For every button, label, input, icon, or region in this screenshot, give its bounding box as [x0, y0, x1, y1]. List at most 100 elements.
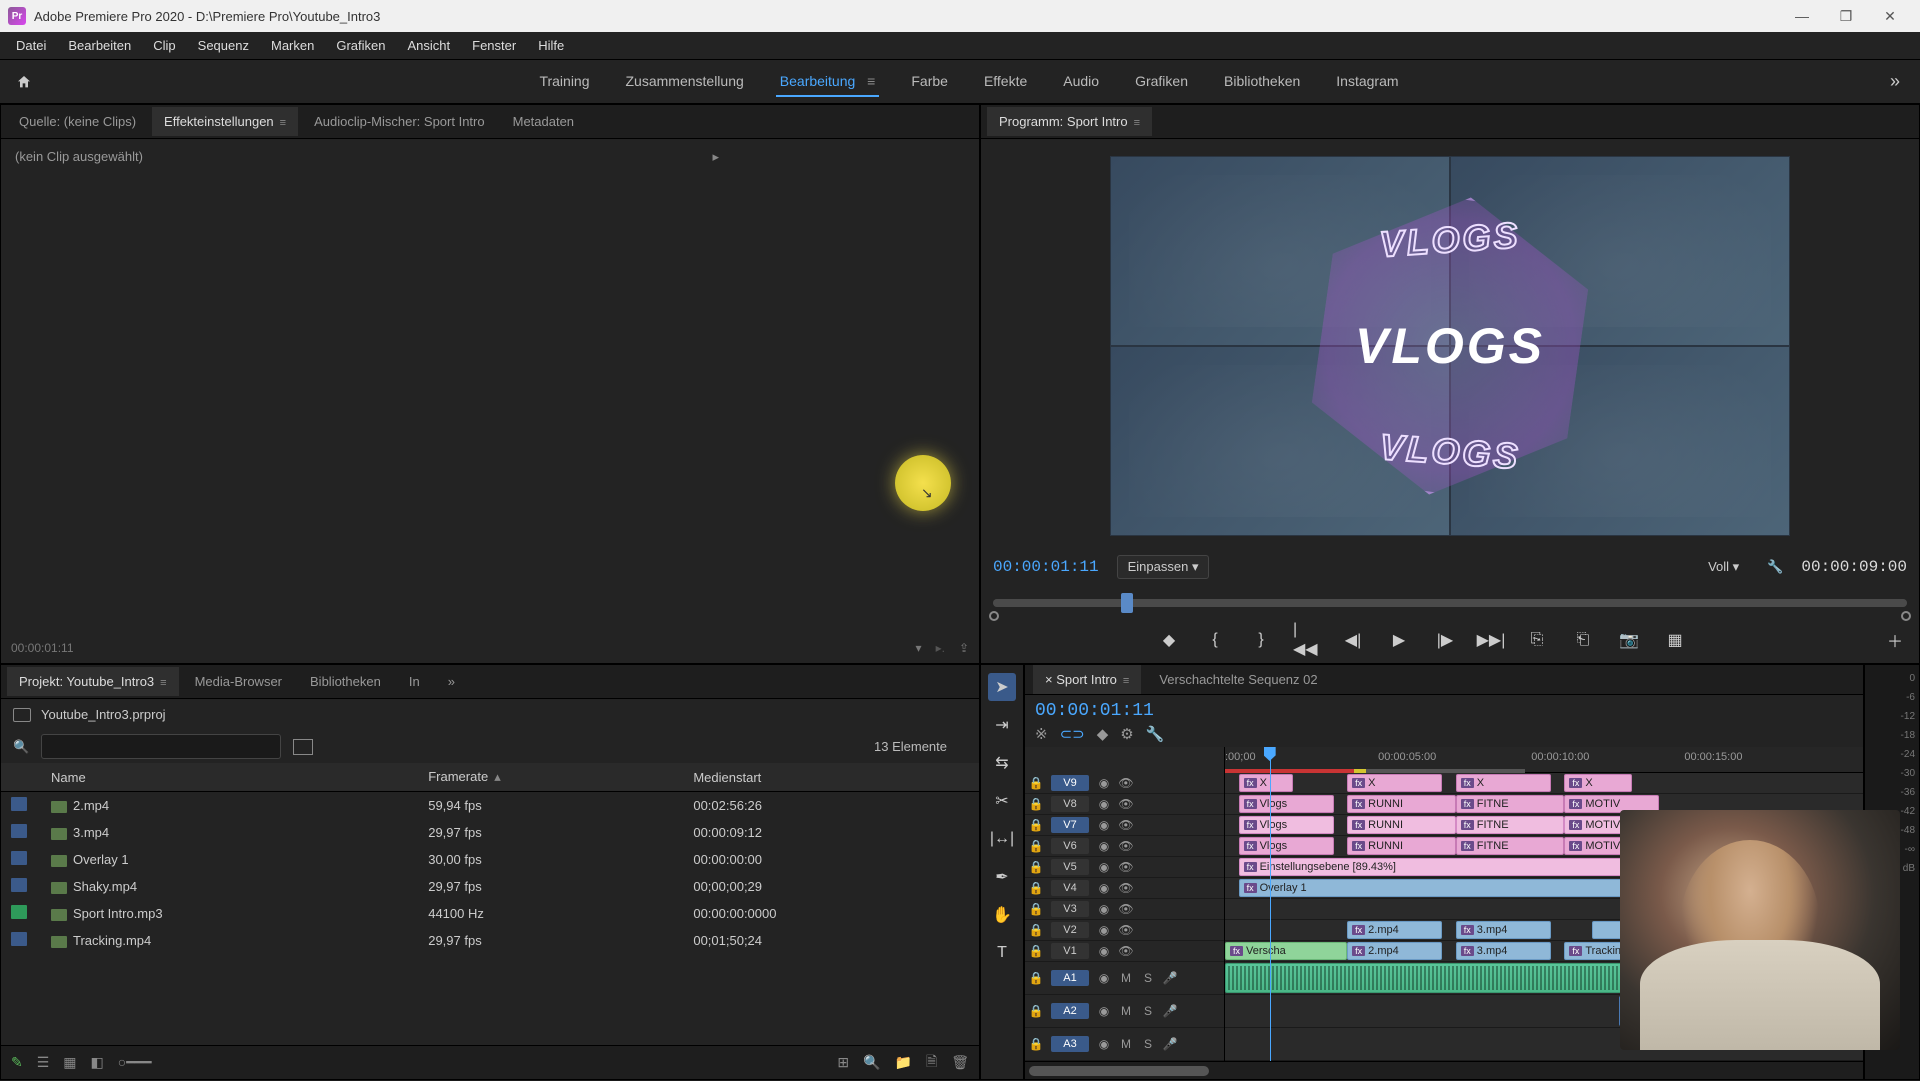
tab-program[interactable]: Programm: Sport Intro≡ — [987, 107, 1152, 136]
go-to-in-button[interactable]: |◀◀ — [1293, 626, 1321, 654]
track-header-v5[interactable]: 🔒V5◉👁 — [1025, 857, 1224, 878]
column-medienstart[interactable]: Medienstart — [683, 763, 979, 792]
table-row[interactable]: Shaky.mp429,97 fps00;00;00;29 — [1, 873, 979, 900]
clip[interactable]: fxFITNE — [1456, 795, 1565, 813]
step-forward-button[interactable]: |▶ — [1431, 626, 1459, 654]
filter-icon[interactable]: ▾ — [916, 641, 922, 655]
minimize-button[interactable]: — — [1780, 0, 1824, 32]
step-back-button[interactable]: ◀| — [1339, 626, 1367, 654]
type-tool[interactable]: T — [988, 939, 1016, 967]
clip[interactable]: fxRUNNI — [1347, 795, 1456, 813]
trash-icon[interactable]: 🗑 — [951, 1054, 969, 1071]
clip[interactable]: fxFITNE — [1456, 816, 1565, 834]
track-header-a1[interactable]: 🔒A1◉MS🎤 — [1025, 962, 1224, 995]
marker-icon[interactable]: ◆ — [1097, 725, 1109, 743]
workspace-overflow-icon[interactable]: » — [1880, 71, 1910, 92]
timeline-timecode[interactable]: 00:00:01:11 — [1035, 701, 1164, 721]
track-header-v2[interactable]: 🔒V2◉👁 — [1025, 920, 1224, 941]
clip[interactable]: fxRUNNI — [1347, 837, 1456, 855]
program-scrubber[interactable] — [993, 589, 1907, 617]
mark-out-button[interactable]: } — [1247, 626, 1275, 654]
workspace-training[interactable]: Training — [535, 67, 593, 97]
menu-marken[interactable]: Marken — [261, 34, 324, 57]
linked-selection-icon[interactable]: ⊂⊃ — [1060, 725, 1085, 743]
table-row[interactable]: 2.mp459,94 fps00:02:56:26 — [1, 792, 979, 820]
expand-icon[interactable]: ▸ — [712, 149, 719, 165]
table-row[interactable]: Sport Intro.mp344100 Hz00:00:00:0000 — [1, 900, 979, 927]
slip-tool[interactable]: |↔| — [988, 825, 1016, 853]
wrench-icon[interactable]: 🔧 — [1767, 559, 1783, 575]
program-viewer[interactable]: VLOGS VLOGS VLOGS — [981, 139, 1919, 545]
menu-clip[interactable]: Clip — [143, 34, 185, 57]
tab-effekteinstellungen[interactable]: Effekteinstellungen≡ — [152, 107, 298, 136]
mark-in-button[interactable]: { — [1201, 626, 1229, 654]
selection-tool[interactable]: ➤ — [988, 673, 1016, 701]
tab-bibliotheken[interactable]: Bibliotheken — [298, 667, 393, 696]
close-button[interactable]: ✕ — [1868, 0, 1912, 32]
clip[interactable]: fxVlogs — [1239, 795, 1334, 813]
export-frame-icon[interactable]: ⇪ — [959, 641, 969, 655]
list-view-icon[interactable]: ☰ — [37, 1054, 50, 1071]
column-framerate[interactable]: Framerate▴ — [418, 763, 683, 792]
project-search-input[interactable] — [41, 734, 281, 759]
clip[interactable]: fxRUNNI — [1347, 816, 1456, 834]
thumbnail-toggle[interactable] — [293, 739, 313, 755]
automate-icon[interactable]: ⊞ — [837, 1054, 849, 1071]
workspace-grafiken[interactable]: Grafiken — [1131, 67, 1192, 97]
menu-bearbeiten[interactable]: Bearbeiten — [58, 34, 141, 57]
snap-icon[interactable]: ※ — [1035, 725, 1048, 743]
track-header-v1[interactable]: 🔒V1◉👁 — [1025, 941, 1224, 962]
new-item-icon[interactable]: 🗎 — [926, 1051, 937, 1075]
clip[interactable]: fxFITNE — [1456, 837, 1565, 855]
icon-view-icon[interactable]: ▦ — [63, 1054, 76, 1071]
menu-grafiken[interactable]: Grafiken — [326, 34, 395, 57]
clip[interactable]: fxX — [1239, 774, 1293, 792]
track-header-a2[interactable]: 🔒A2◉MS🎤 — [1025, 995, 1224, 1028]
clip[interactable]: fx3.mp4 — [1456, 942, 1551, 960]
clip[interactable]: fxVerscha — [1225, 942, 1347, 960]
settings-icon[interactable]: ⚙ — [1120, 725, 1133, 743]
track-header-v8[interactable]: 🔒V8◉👁 — [1025, 794, 1224, 815]
tab-audioclip-mischer[interactable]: Audioclip-Mischer: Sport Intro — [302, 107, 497, 136]
timeline-tab-0[interactable]: × Sport Intro≡ — [1033, 665, 1141, 694]
track-header-v6[interactable]: 🔒V6◉👁 — [1025, 836, 1224, 857]
workspace-zusammenstellung[interactable]: Zusammenstellung — [622, 67, 748, 97]
track-header-v4[interactable]: 🔒V4◉👁 — [1025, 878, 1224, 899]
workspace-audio[interactable]: Audio — [1059, 67, 1103, 97]
menu-sequenz[interactable]: Sequenz — [188, 34, 259, 57]
timeline-tab-1[interactable]: Verschachtelte Sequenz 02 — [1147, 665, 1329, 694]
program-timecode[interactable]: 00:00:01:11 — [993, 558, 1099, 576]
table-row[interactable]: Tracking.mp429,97 fps00;01;50;24 — [1, 927, 979, 954]
clip[interactable]: fxVlogs — [1239, 837, 1334, 855]
play-button[interactable]: ▶ — [1385, 626, 1413, 654]
clip[interactable]: fxX — [1456, 774, 1551, 792]
lift-button[interactable]: ⎘ — [1523, 626, 1551, 654]
tab-metadaten[interactable]: Metadaten — [501, 107, 586, 136]
table-row[interactable]: Overlay 130,00 fps00:00:00:00 — [1, 846, 979, 873]
menu-fenster[interactable]: Fenster — [462, 34, 526, 57]
clip[interactable]: fx3.mp4 — [1456, 921, 1551, 939]
clip[interactable]: fxX — [1564, 774, 1632, 792]
menu-hilfe[interactable]: Hilfe — [528, 34, 574, 57]
play-only-icon[interactable]: ▸. — [936, 641, 945, 655]
ripple-edit-tool[interactable]: ⇆ — [988, 749, 1016, 777]
table-row[interactable]: 3.mp429,97 fps00:00:09:12 — [1, 819, 979, 846]
write-icon[interactable]: ✎ — [11, 1054, 23, 1071]
project-tabs-overflow[interactable]: » — [436, 667, 467, 696]
quality-select[interactable]: Voll ▾ — [1698, 556, 1749, 578]
tab-media-browser[interactable]: Media-Browser — [183, 667, 294, 696]
workspace-instagram[interactable]: Instagram — [1332, 67, 1402, 97]
zoom-fit-select[interactable]: Einpassen ▾ — [1117, 555, 1210, 579]
button-editor-button[interactable]: ＋ — [1881, 626, 1909, 654]
new-bin-icon[interactable]: 📁 — [895, 1054, 912, 1071]
clip[interactable]: fx2.mp4 — [1347, 921, 1442, 939]
clip[interactable]: fx2.mp4 — [1347, 942, 1442, 960]
timeline-scrollbar[interactable] — [1025, 1061, 1863, 1079]
track-select-tool[interactable]: ⇥ — [988, 711, 1016, 739]
home-icon[interactable] — [10, 68, 38, 96]
menu-ansicht[interactable]: Ansicht — [397, 34, 460, 57]
track-header-a3[interactable]: 🔒A3◉MS🎤 — [1025, 1028, 1224, 1061]
comparison-view-button[interactable]: ▦ — [1661, 626, 1689, 654]
tab-in[interactable]: In — [397, 667, 432, 696]
find-icon[interactable]: 🔍 — [863, 1054, 880, 1071]
